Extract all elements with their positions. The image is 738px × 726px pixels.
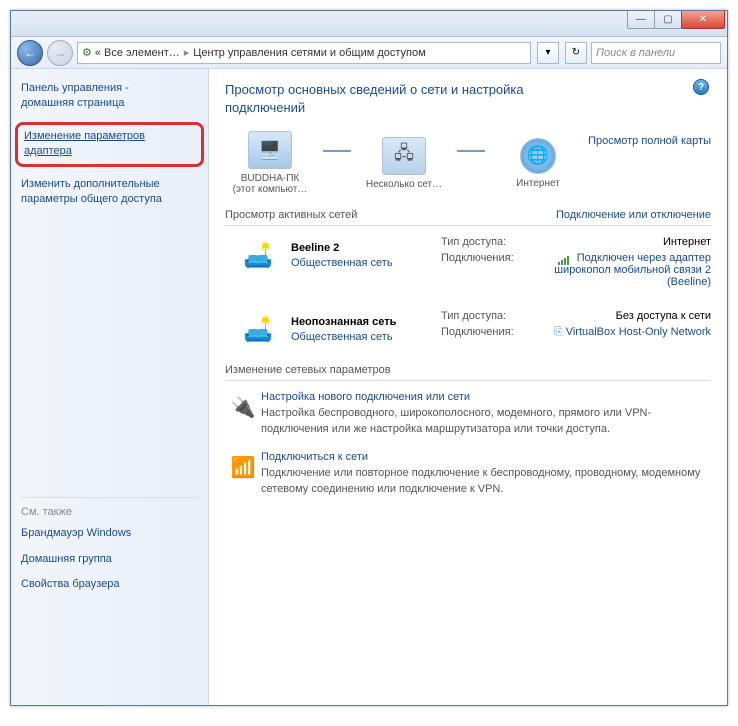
- sidebar-link-browser[interactable]: Свойства браузера: [21, 577, 198, 592]
- setup-new-connection-link[interactable]: Настройка нового подключения или сети: [261, 391, 711, 403]
- connect-disconnect-link[interactable]: Подключение или отключение: [556, 209, 711, 221]
- sidebar-link-sharing-settings[interactable]: Изменить дополнительные параметры общего…: [21, 177, 198, 208]
- window-frame: — ▢ ✕ ← → ⚙ « Все элемент… ▸ Центр управ…: [10, 10, 728, 706]
- access-type-label: Тип доступа:: [441, 310, 533, 322]
- maximize-button[interactable]: ▢: [654, 11, 682, 29]
- networks-icon: 🖧: [382, 137, 426, 175]
- network-map: 🖥️ BUDDHA-ПК (этот компьют… 🖧 Несколько …: [225, 131, 711, 195]
- connection-line: [323, 150, 351, 152]
- setup-new-connection-desc: Настройка беспроводного, широкополосного…: [261, 406, 711, 437]
- connections-label: Подключения:: [441, 252, 533, 288]
- back-button[interactable]: ←: [17, 40, 43, 66]
- bench-icon: 🛋️: [231, 240, 285, 272]
- forward-button[interactable]: →: [47, 40, 73, 66]
- connect-network-icon: 📶: [225, 451, 261, 483]
- connect-to-network-desc: Подключение или повторное подключение к …: [261, 466, 711, 497]
- node-internet[interactable]: 🌐 Интернет: [493, 138, 583, 189]
- network-name: Beeline 2: [291, 242, 441, 254]
- control-panel-home[interactable]: Панель управления - домашняя страница: [21, 81, 198, 112]
- network-type-link[interactable]: Общественная сеть: [291, 257, 441, 269]
- new-connection-icon: 🔌: [225, 391, 261, 423]
- connection-link-beeline[interactable]: Подключен через адаптер широкопол мобиль…: [554, 252, 711, 288]
- network-row-beeline: 🛋️ Beeline 2 Общественная сеть Тип досту…: [225, 236, 711, 292]
- connection-link-virtualbox[interactable]: VirtualBox Host-Only Network: [566, 326, 711, 338]
- minimize-button[interactable]: —: [627, 11, 655, 29]
- search-input[interactable]: Поиск в панели: [591, 42, 721, 64]
- sidebar-link-firewall[interactable]: Брандмауэр Windows: [21, 526, 198, 541]
- connection-line: [457, 150, 485, 152]
- see-also-label: См. также: [21, 497, 198, 518]
- sidebar-link-adapter-settings[interactable]: Изменение параметров адаптера: [15, 122, 204, 167]
- chevron-right-icon: ▸: [183, 46, 191, 59]
- titlebar[interactable]: — ▢ ✕: [11, 11, 727, 37]
- network-name: Неопознанная сеть: [291, 316, 441, 328]
- crumb-allitems[interactable]: « Все элемент…: [92, 47, 183, 59]
- view-full-map-link[interactable]: Просмотр полной карты: [588, 135, 711, 147]
- close-button[interactable]: ✕: [681, 11, 725, 29]
- node-multiple-networks[interactable]: 🖧 Несколько сет…: [359, 137, 449, 190]
- signal-icon: [558, 253, 570, 263]
- search-placeholder: Поиск в панели: [596, 47, 675, 59]
- refresh-button[interactable]: ↻: [565, 42, 587, 64]
- crumb-networkcenter[interactable]: Центр управления сетями и общим доступом: [190, 47, 428, 59]
- address-bar: ← → ⚙ « Все элемент… ▸ Центр управления …: [11, 37, 727, 69]
- access-type-value: Интернет: [533, 236, 711, 248]
- node-this-pc[interactable]: 🖥️ BUDDHA-ПК (этот компьют…: [225, 131, 315, 195]
- network-row-unknown: 🛋️ Неопознанная сеть Общественная сеть Т…: [225, 310, 711, 346]
- network-type-link[interactable]: Общественная сеть: [291, 331, 441, 343]
- breadcrumb[interactable]: ⚙ « Все элемент… ▸ Центр управления сетя…: [77, 42, 531, 64]
- access-type-label: Тип доступа:: [441, 236, 533, 248]
- sidebar-link-homegroup[interactable]: Домашняя группа: [21, 552, 198, 567]
- computer-icon: 🖥️: [248, 131, 292, 169]
- change-settings-header: Изменение сетевых параметров: [225, 364, 711, 381]
- globe-icon: 🌐: [520, 138, 556, 174]
- bench-icon: 🛋️: [231, 314, 285, 346]
- access-type-value: Без доступа к сети: [533, 310, 711, 322]
- control-panel-icon: ⚙: [82, 46, 92, 59]
- active-networks-header: Просмотр активных сетей Подключение или …: [225, 209, 711, 226]
- page-title: Просмотр основных сведений о сети и наст…: [225, 81, 605, 117]
- sidebar: Панель управления - домашняя страница Из…: [11, 69, 209, 705]
- connect-to-network-link[interactable]: Подключиться к сети: [261, 451, 711, 463]
- adapter-icon: ⎘: [554, 326, 563, 338]
- connections-label: Подключения:: [441, 326, 533, 339]
- help-icon[interactable]: ?: [693, 79, 709, 95]
- main-panel: ? Просмотр основных сведений о сети и на…: [209, 69, 727, 705]
- dropdown-button[interactable]: ▾: [537, 42, 559, 64]
- connect-to-network[interactable]: 📶 Подключиться к сети Подключение или по…: [225, 451, 711, 497]
- setup-new-connection[interactable]: 🔌 Настройка нового подключения или сети …: [225, 391, 711, 437]
